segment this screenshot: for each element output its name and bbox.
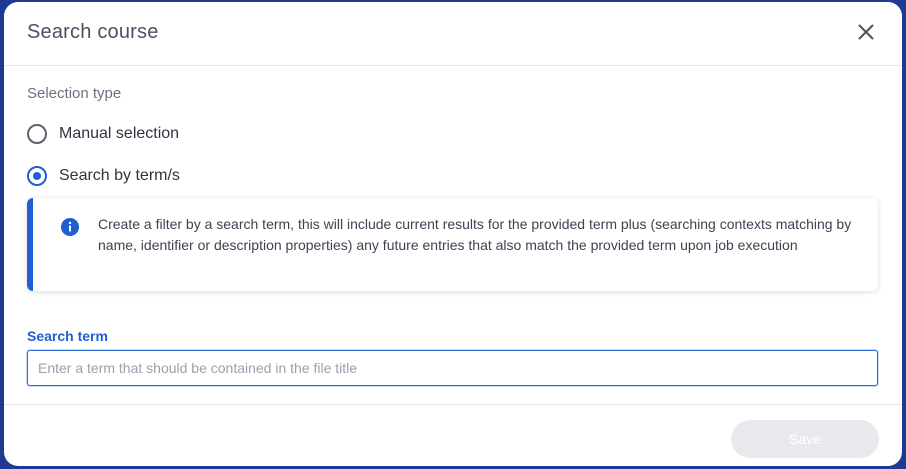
search-term-label: Search term	[27, 328, 108, 344]
save-button[interactable]: Save	[731, 420, 879, 458]
dialog-title: Search course	[27, 21, 159, 43]
selection-type-label: Selection type	[27, 85, 122, 102]
dialog-header: Search course	[4, 2, 902, 66]
dialog-footer: Save	[4, 404, 902, 466]
search-course-dialog: Search course Selection type Manual sele…	[4, 2, 902, 466]
info-icon	[61, 218, 79, 236]
radio-manual-selection[interactable]: Manual selection	[27, 122, 179, 146]
radio-button-checked[interactable]	[27, 166, 47, 186]
radio-label-search-by-term: Search by term/s	[59, 167, 180, 184]
radio-search-by-term[interactable]: Search by term/s	[27, 164, 180, 188]
info-message: Create a filter by a search term, this w…	[98, 216, 852, 253]
radio-button-unchecked[interactable]	[27, 124, 47, 144]
info-accent-bar	[27, 198, 33, 291]
search-term-input[interactable]	[27, 350, 878, 386]
radio-label-manual-selection: Manual selection	[59, 125, 180, 142]
close-button[interactable]	[854, 20, 878, 44]
close-icon	[858, 24, 874, 40]
info-callout: Create a filter by a search term, this w…	[27, 198, 878, 291]
